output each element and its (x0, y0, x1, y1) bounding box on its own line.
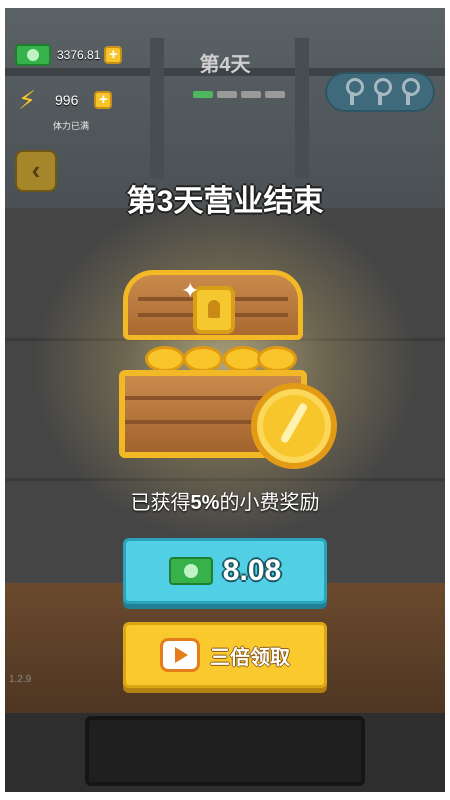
cash-icon (168, 557, 213, 585)
energy-value: 996 (55, 92, 79, 108)
reward-percent: 5% (190, 492, 220, 514)
reward-suffix: 的小费奖励 (219, 492, 320, 514)
add-energy-button[interactable]: + (94, 91, 113, 109)
energy-counter: ⚡ 996 + (15, 85, 113, 115)
keys-panel (325, 72, 435, 112)
energy-status: 体力已满 (53, 121, 90, 131)
progress-segment (193, 91, 213, 98)
lightning-icon: ⚡ (17, 85, 37, 115)
plus-icon: + (109, 46, 118, 63)
cash-counter: 3376.81 + (15, 44, 123, 66)
store-pillar (150, 38, 164, 178)
progress-segment (241, 91, 261, 98)
triple-claim-button[interactable]: 三倍领取 (123, 622, 327, 688)
cash-icon (15, 44, 51, 66)
progress-segment (217, 91, 237, 98)
cash-value: 3376.81 (57, 48, 101, 62)
claim-button[interactable]: 8.08 (123, 538, 327, 604)
store-window (85, 716, 365, 786)
day-progress (193, 91, 285, 98)
reward-message: 已获得5%的小费奖励 (5, 486, 445, 515)
game-screen: 3376.81 + ⚡ 996 + 体力已满 第4天 ‹ 第3天营业结束 ✦ 已… (5, 8, 445, 792)
triple-claim-label: 三倍领取 (210, 646, 290, 669)
progress-segment (265, 91, 285, 98)
sparkle-icon: ✦ (181, 278, 200, 303)
day-title: 第4天 (199, 54, 251, 76)
key-icon (369, 78, 392, 106)
video-icon (160, 638, 200, 672)
reward-prefix: 已获得 (130, 492, 191, 514)
claim-value: 8.08 (222, 554, 282, 587)
key-icon (397, 78, 420, 106)
add-cash-button[interactable]: + (104, 46, 123, 64)
key-icon (341, 78, 364, 106)
gold-coin-icon (251, 383, 337, 469)
version-label: 1.2.9 (9, 674, 32, 685)
day-end-title: 第3天营业结束 (126, 185, 324, 218)
plus-icon: + (98, 91, 108, 108)
store-pillar (295, 38, 309, 178)
